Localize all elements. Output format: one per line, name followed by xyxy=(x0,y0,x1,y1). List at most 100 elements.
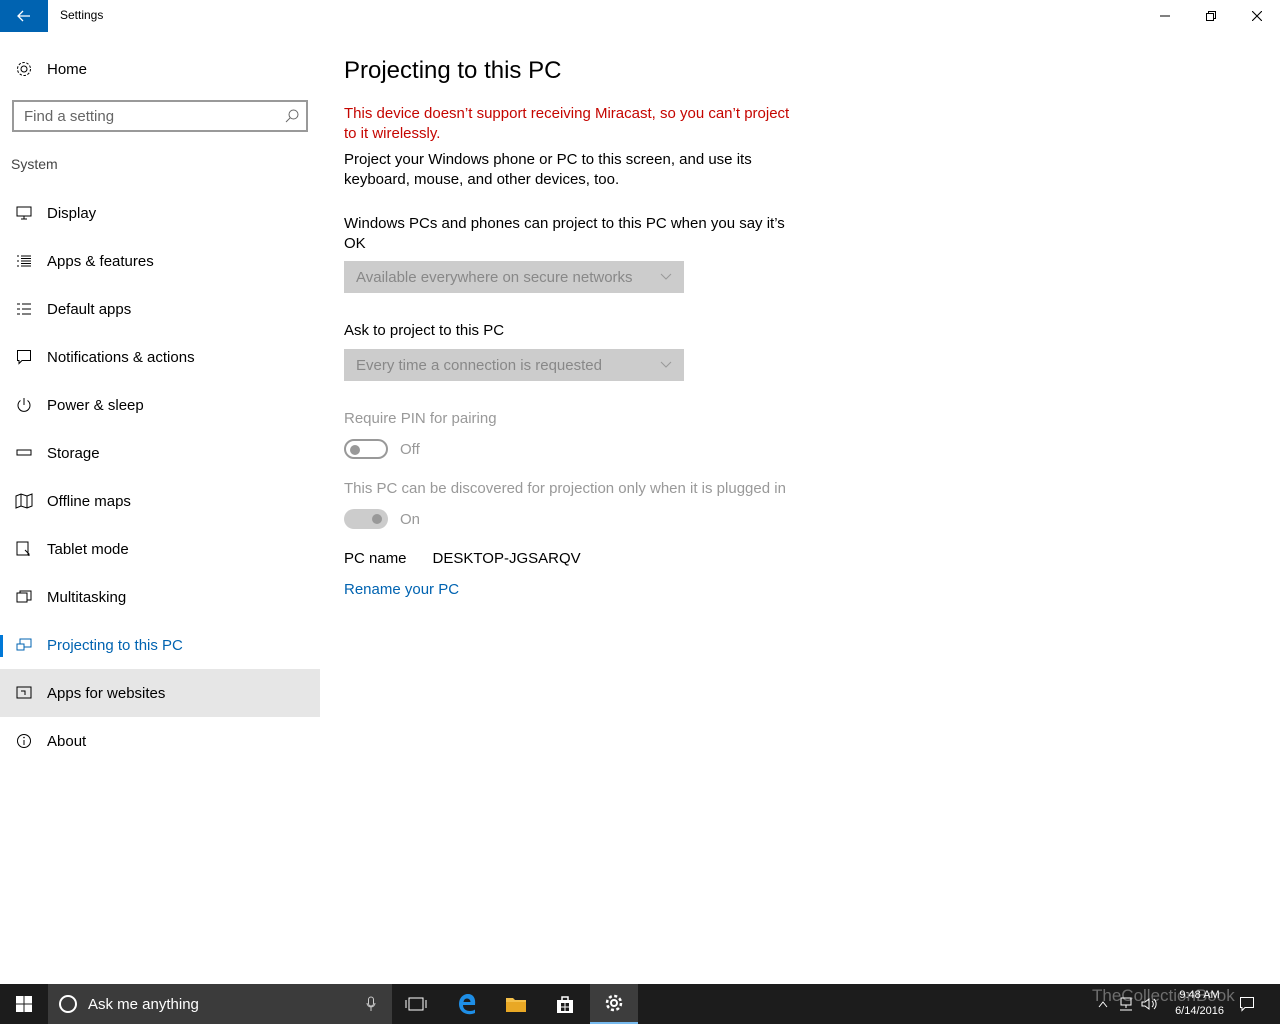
sidebar-item-apps-websites[interactable]: Apps for websites xyxy=(0,669,320,717)
gear-icon xyxy=(605,994,623,1012)
sidebar-item-label: Tablet mode xyxy=(47,540,129,558)
home-label: Home xyxy=(47,60,88,78)
sidebar-item-label: Apps & features xyxy=(47,252,154,270)
projection-description: Project your Windows phone or PC to this… xyxy=(344,151,752,188)
monitor-icon xyxy=(0,206,47,220)
chevron-down-icon xyxy=(660,361,672,368)
tablet-icon xyxy=(0,541,47,557)
sidebar-nav: Display Apps & features Default apps Not… xyxy=(0,189,320,765)
plugged-in-state: On xyxy=(400,510,421,528)
dropdown-value: Available everywhere on secure networks xyxy=(356,268,633,286)
power-icon xyxy=(0,397,47,413)
chevron-up-icon xyxy=(1098,1001,1108,1008)
sidebar-item-display[interactable]: Display xyxy=(0,189,320,237)
info-icon xyxy=(0,733,47,749)
rename-pc-link[interactable]: Rename your PC xyxy=(344,581,459,598)
clock-time: 9:48 AM xyxy=(1179,989,1220,1001)
storage-icon xyxy=(0,448,47,458)
page-title: Projecting to this PC xyxy=(344,57,562,84)
file-explorer-button[interactable] xyxy=(492,984,540,1024)
sidebar-item-about[interactable]: About xyxy=(0,717,320,765)
search-icon xyxy=(278,109,306,123)
sidebar-item-offline-maps[interactable]: Offline maps xyxy=(0,477,320,525)
folder-icon xyxy=(506,998,526,1012)
require-pin-row: Off xyxy=(344,439,420,459)
sidebar-item-default-apps[interactable]: Default apps xyxy=(0,285,320,333)
sidebar-item-apps-features[interactable]: Apps & features xyxy=(0,237,320,285)
sidebar-item-notifications[interactable]: Notifications & actions xyxy=(0,333,320,381)
sidebar-item-tablet-mode[interactable]: Tablet mode xyxy=(0,525,320,573)
section-label-system: System xyxy=(11,156,58,172)
ask-to-project-label: Ask to project to this PC xyxy=(344,322,505,339)
back-arrow-icon xyxy=(17,10,30,22)
sidebar-item-label: Apps for websites xyxy=(47,684,166,702)
back-button[interactable] xyxy=(0,0,48,32)
edge-button[interactable] xyxy=(443,984,491,1024)
show-hidden-icons-button[interactable] xyxy=(1094,984,1112,1024)
map-icon xyxy=(0,493,47,509)
action-center-button[interactable] xyxy=(1232,984,1262,1024)
sidebar-item-label: Default apps xyxy=(47,300,132,318)
windows-logo-icon xyxy=(16,996,32,1012)
taskbar-clock[interactable]: 9:48 AM 6/14/2016 xyxy=(1175,987,1224,1019)
sidebar-item-power-sleep[interactable]: Power & sleep xyxy=(0,381,320,429)
start-button[interactable] xyxy=(0,984,48,1024)
require-pin-state: Off xyxy=(400,440,420,458)
clock-date: 6/14/2016 xyxy=(1175,1005,1224,1017)
window-title: Settings xyxy=(60,8,104,22)
store-button[interactable] xyxy=(541,984,589,1024)
search-input[interactable] xyxy=(14,106,278,126)
main-content: Projecting to this PC This device doesn’… xyxy=(344,56,804,598)
multitasking-icon xyxy=(0,590,47,604)
home-nav-item[interactable]: Home xyxy=(0,52,320,86)
notification-icon xyxy=(1240,997,1254,1012)
sidebar-item-label: Display xyxy=(47,204,97,222)
restore-button[interactable] xyxy=(1188,0,1234,32)
toggle-knob xyxy=(372,514,382,524)
sidebar-item-label: Storage xyxy=(47,444,100,462)
plugged-in-label: This PC can be discovered for projection… xyxy=(344,480,786,497)
sidebar-item-projecting[interactable]: Projecting to this PC xyxy=(0,621,320,669)
ask-to-project-dropdown[interactable]: Every time a connection is requested xyxy=(344,349,684,381)
notification-icon xyxy=(0,349,47,365)
minimize-button[interactable] xyxy=(1142,0,1188,32)
volume-button[interactable] xyxy=(1140,984,1160,1024)
settings-taskbar-button[interactable] xyxy=(590,984,638,1024)
sidebar-item-label: Notifications & actions xyxy=(47,348,195,366)
sidebar-item-storage[interactable]: Storage xyxy=(0,429,320,477)
sidebar-item-label: About xyxy=(47,732,87,750)
cortana-icon xyxy=(59,995,77,1013)
sidebar-item-label: Projecting to this PC xyxy=(47,636,183,654)
sidebar-item-label: Offline maps xyxy=(47,492,131,510)
sidebar-item-label: Multitasking xyxy=(47,588,127,606)
dropdown-value: Every time a connection is requested xyxy=(356,356,602,374)
close-button[interactable] xyxy=(1234,0,1280,32)
task-view-icon xyxy=(405,997,427,1011)
task-view-button[interactable] xyxy=(392,984,440,1024)
apps-websites-icon xyxy=(0,686,47,700)
cortana-placeholder: Ask me anything xyxy=(88,995,199,1013)
project-permission-dropdown[interactable]: Available everywhere on secure networks xyxy=(344,261,684,293)
taskbar: Ask me anything TheCollectionBook 9:48 A… xyxy=(0,984,1280,1024)
require-pin-toggle[interactable] xyxy=(344,439,388,459)
cortana-search-box[interactable]: Ask me anything xyxy=(48,984,392,1024)
plugged-in-toggle[interactable] xyxy=(344,509,388,529)
title-bar: Settings xyxy=(0,0,1280,32)
pc-name-value: DESKTOP-JGSARQV xyxy=(432,550,581,567)
sidebar-item-multitasking[interactable]: Multitasking xyxy=(0,573,320,621)
sidebar-item-label: Power & sleep xyxy=(47,396,144,414)
microphone-icon[interactable] xyxy=(366,996,376,1012)
plugged-in-row: On xyxy=(344,509,420,529)
restore-icon xyxy=(1206,11,1216,21)
close-icon xyxy=(1252,11,1262,21)
chevron-down-icon xyxy=(660,273,672,280)
pc-name-label: PC name xyxy=(344,550,407,567)
store-icon xyxy=(557,996,573,1013)
default-apps-icon xyxy=(0,302,47,316)
find-setting-search[interactable] xyxy=(12,100,308,132)
network-icon xyxy=(1120,997,1132,1011)
projecting-icon xyxy=(0,638,47,652)
network-button[interactable] xyxy=(1116,984,1136,1024)
project-permission-label: Windows PCs and phones can project to th… xyxy=(344,215,785,252)
minimize-icon xyxy=(1160,15,1170,17)
